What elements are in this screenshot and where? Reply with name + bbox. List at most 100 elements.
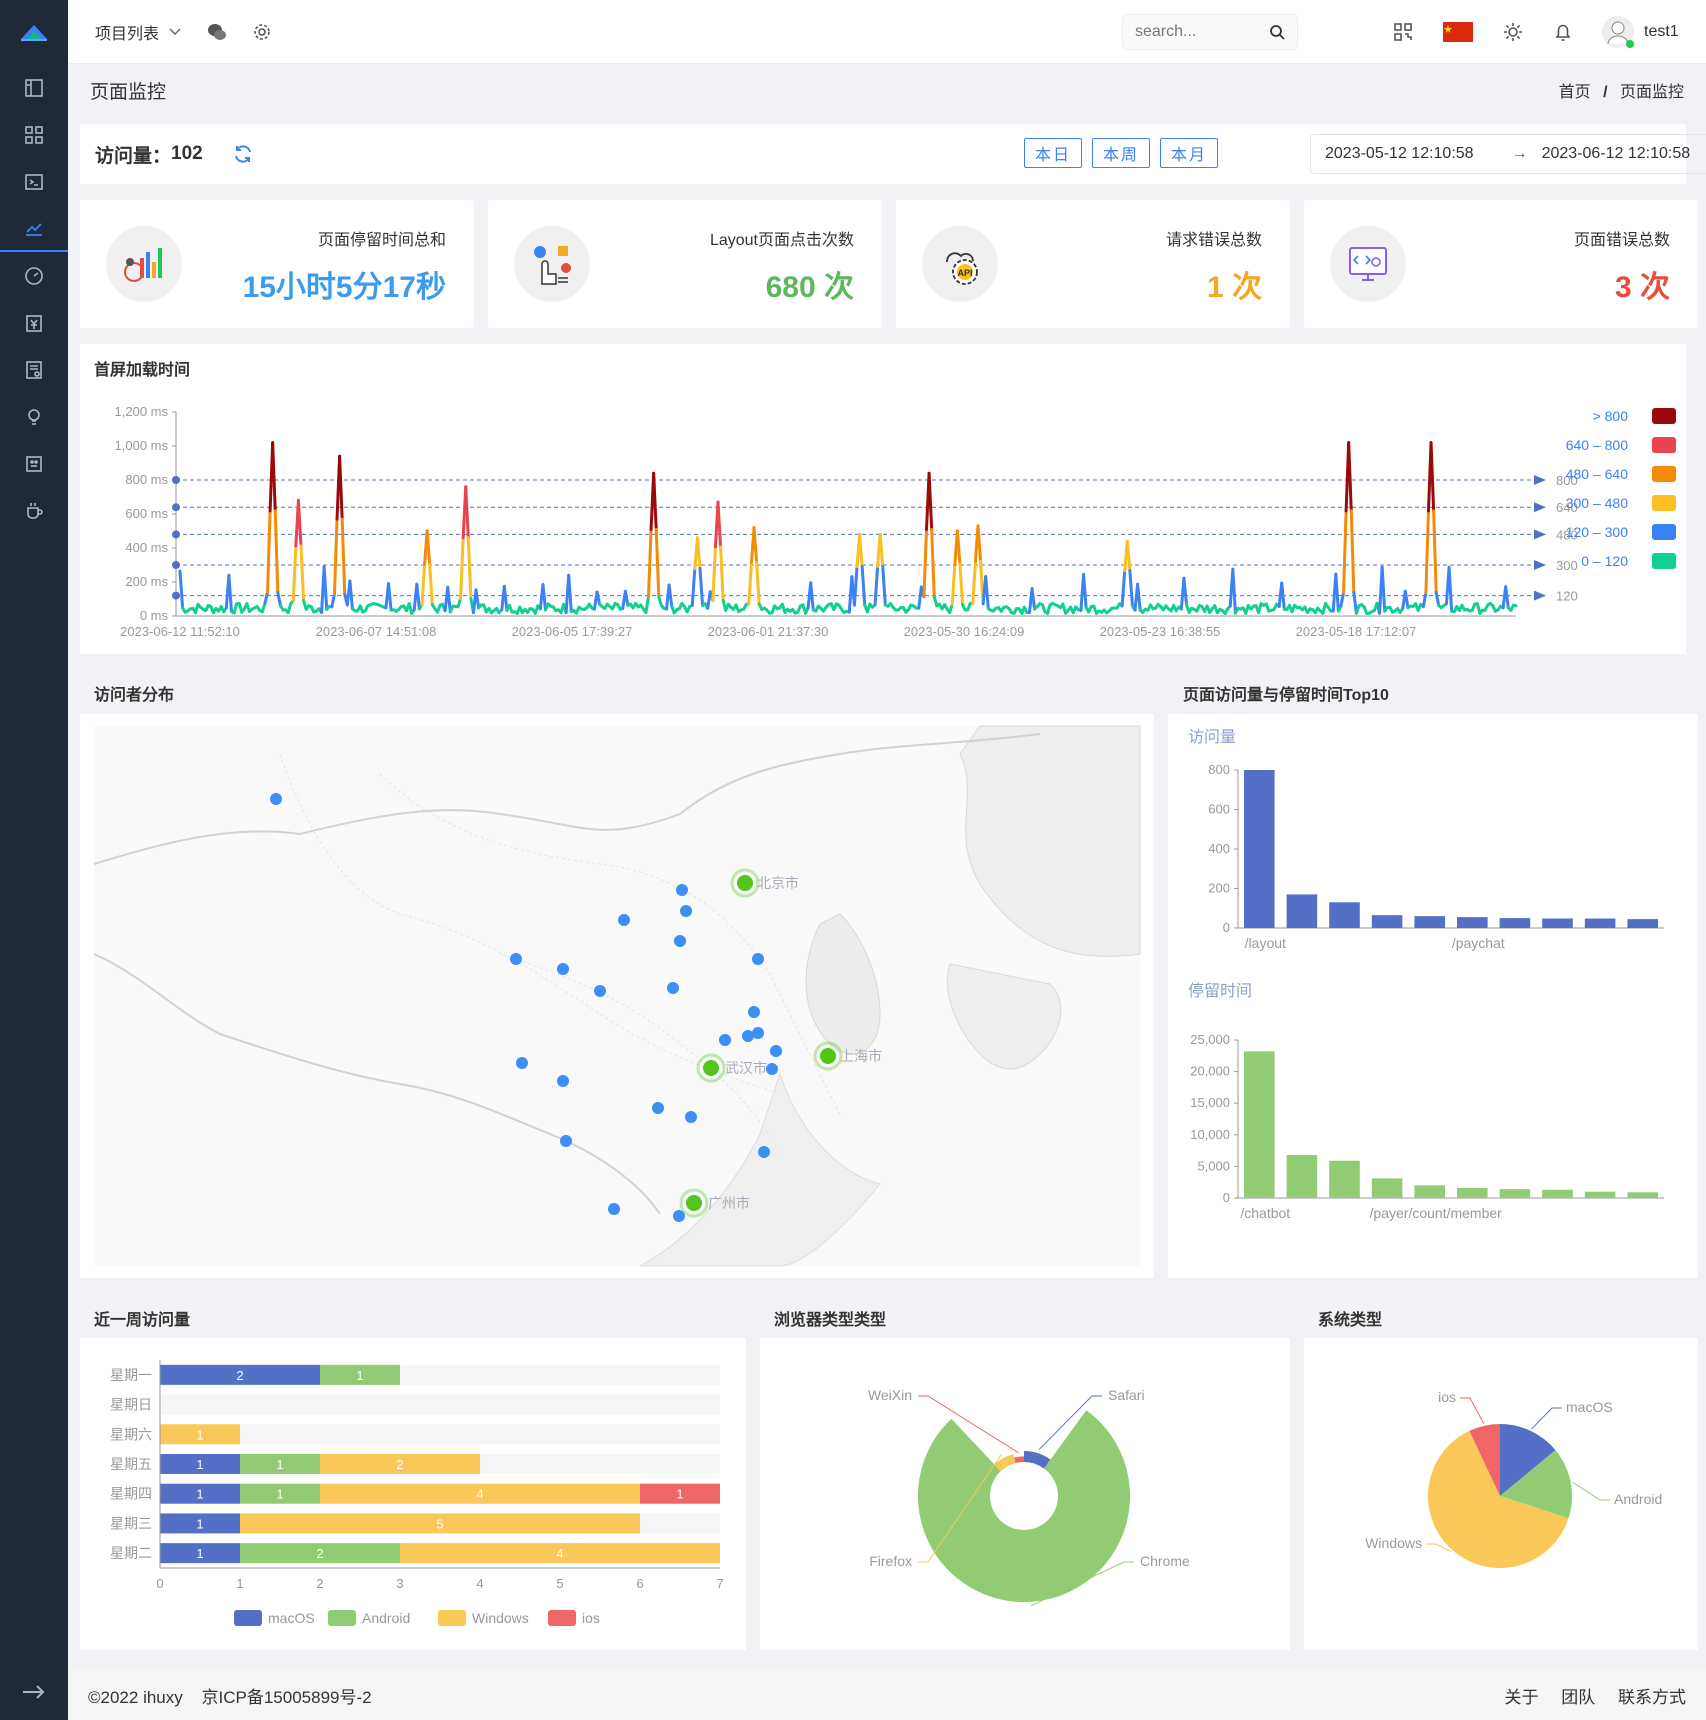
wechat-icon[interactable]: [207, 23, 227, 41]
load-line-segment: [922, 527, 929, 599]
today-button[interactable]: 本日: [1024, 138, 1083, 168]
nav-bulb-icon[interactable]: [0, 393, 68, 440]
load-line-segment: [858, 532, 864, 569]
load-line-segment: [747, 560, 753, 606]
date-range-picker[interactable]: 2023-05-12 12:10:58 → 2023-06-12 12:10:5…: [1310, 134, 1706, 174]
x-tick-label: /chatbot: [1240, 1205, 1290, 1221]
load-line-segment: [1434, 591, 1441, 608]
x-tick-label: 2023-06-01 21:37:30: [708, 624, 829, 639]
week-card: 星期一 2 1 星期日 星期六 1 星期五 1 1 2 星期四 1 1 4 1 星期三 1 5 星期二 1 2 4 0 1 2 3…: [80, 1338, 746, 1650]
notification-bell-icon[interactable]: [1554, 0, 1572, 64]
load-line-segment: [428, 562, 434, 606]
load-line-segment: [415, 582, 421, 611]
range-start[interactable]: 2023-05-12 12:10:58: [1325, 145, 1474, 163]
search-icon[interactable]: [1269, 24, 1285, 40]
user-menu[interactable]: test1: [1602, 0, 1679, 64]
theme-sun-icon[interactable]: [1503, 0, 1523, 64]
this-month-button[interactable]: 本月: [1160, 138, 1219, 168]
bar: [1542, 918, 1573, 928]
os-pie-chart: macOS Android Windows ios: [1365, 1389, 1662, 1568]
load-line-segment: [698, 567, 705, 607]
y-tick-label: 1,200 ms: [115, 404, 169, 419]
load-line-segment: [1349, 509, 1356, 595]
y-tick-label: 25,000: [1190, 1032, 1230, 1047]
load-line-segment: [1403, 589, 1410, 610]
refresh-icon[interactable]: [233, 144, 253, 164]
y-tick-label: 800 ms: [125, 472, 168, 487]
icp-link[interactable]: 京ICP备15005899号-2: [202, 1688, 372, 1707]
pie-label: ios: [1438, 1389, 1456, 1405]
y-tick-label: 星期二: [110, 1545, 152, 1561]
bar-data-label: 1: [276, 1487, 283, 1502]
bar-data-label: 5: [436, 1516, 443, 1531]
load-line-segment: [330, 592, 336, 609]
pie-leader-line: [1572, 1481, 1610, 1501]
y-tick-label: 200 ms: [125, 574, 168, 589]
nav-dashboard-icon[interactable]: [0, 64, 68, 111]
load-line-segment: [878, 532, 885, 569]
nav-finance-icon[interactable]: [0, 299, 68, 346]
bar-data-label: 1: [196, 1487, 203, 1502]
threshold-marker: [172, 476, 180, 484]
stat-label: 页面停留时间总和: [317, 232, 446, 249]
stat-label: 页面错误总数: [1573, 232, 1670, 249]
range-end[interactable]: 2023-06-12 12:10:58: [1542, 145, 1691, 163]
load-line-segment: [338, 454, 344, 521]
load-line-segment: [1136, 582, 1142, 612]
city-label-beijing: 北京市: [757, 875, 799, 891]
load-line-segment: [984, 575, 990, 611]
bar: [1329, 902, 1360, 928]
load-line-segment: [1504, 585, 1510, 610]
search-box[interactable]: [1122, 14, 1298, 50]
pv-label: 访问量：: [95, 145, 172, 167]
china-flag-icon[interactable]: [1443, 0, 1473, 64]
visitor-map[interactable]: 北京市 上海市 武汉市 广州市: [80, 714, 1154, 1278]
legend-label: 480 – 640: [1566, 466, 1628, 482]
bar: [1457, 1187, 1488, 1198]
nav-monitor-icon[interactable]: [0, 205, 68, 252]
nav-gauge-icon[interactable]: [0, 252, 68, 299]
threshold-arrow: [1534, 560, 1546, 570]
legend-swatch: [438, 1610, 466, 1626]
top10-chart: 访问量 800 600 400 200 0/layout/paychat 停留时间 25,00…: [1188, 728, 1664, 1221]
nav-face-icon[interactable]: [0, 440, 68, 487]
app-logo[interactable]: [0, 0, 68, 64]
bar-data-label: 4: [556, 1546, 563, 1561]
this-week-button[interactable]: 本周: [1092, 138, 1151, 168]
pie-slice: [1014, 1456, 1024, 1464]
page-title: 页面监控: [90, 81, 167, 103]
qr-code-icon[interactable]: [1394, 0, 1412, 64]
load-line-segment: [332, 517, 339, 596]
bar: [1627, 1192, 1658, 1198]
project-list-dropdown[interactable]: 项目列表: [95, 20, 181, 44]
load-line-segment: [296, 498, 303, 548]
nav-terminal-icon[interactable]: [0, 158, 68, 205]
bar: [1499, 918, 1531, 928]
threshold-marker: [172, 503, 180, 512]
footer-about-link[interactable]: 关于: [1505, 1688, 1539, 1707]
search-input[interactable]: [1135, 23, 1255, 41]
collapse-sidebar-icon[interactable]: [0, 1682, 68, 1702]
settings-gear-icon[interactable]: [253, 23, 271, 41]
load-line-segment: [291, 544, 298, 602]
nav-report-icon[interactable]: [0, 346, 68, 393]
nav-apps-icon[interactable]: [0, 111, 68, 158]
x-tick-label: 2023-06-12 11:52:10: [120, 624, 240, 639]
load-line-segment: [654, 527, 661, 599]
nav-cup-icon[interactable]: [0, 487, 68, 534]
bar: [1584, 1191, 1616, 1198]
footer-team-link[interactable]: 团队: [1561, 1688, 1595, 1707]
pie-label: WeiXin: [868, 1387, 912, 1403]
load-line-segment: [1511, 603, 1518, 608]
code-monitor-icon: [1330, 226, 1406, 302]
bar-data-label: 2: [236, 1368, 243, 1383]
bar: [1371, 915, 1403, 928]
visitors-title: 访问者分布: [94, 687, 175, 704]
load-line-segment: [809, 581, 815, 612]
bar: [1627, 919, 1658, 928]
breadcrumb-home[interactable]: 首页: [1559, 84, 1591, 101]
x-tick-label: /paychat: [1452, 935, 1505, 951]
x-tick-label: 7: [716, 1576, 723, 1591]
y-tick-label: 600 ms: [125, 506, 168, 521]
footer-contact-link[interactable]: 联系方式: [1618, 1688, 1686, 1707]
